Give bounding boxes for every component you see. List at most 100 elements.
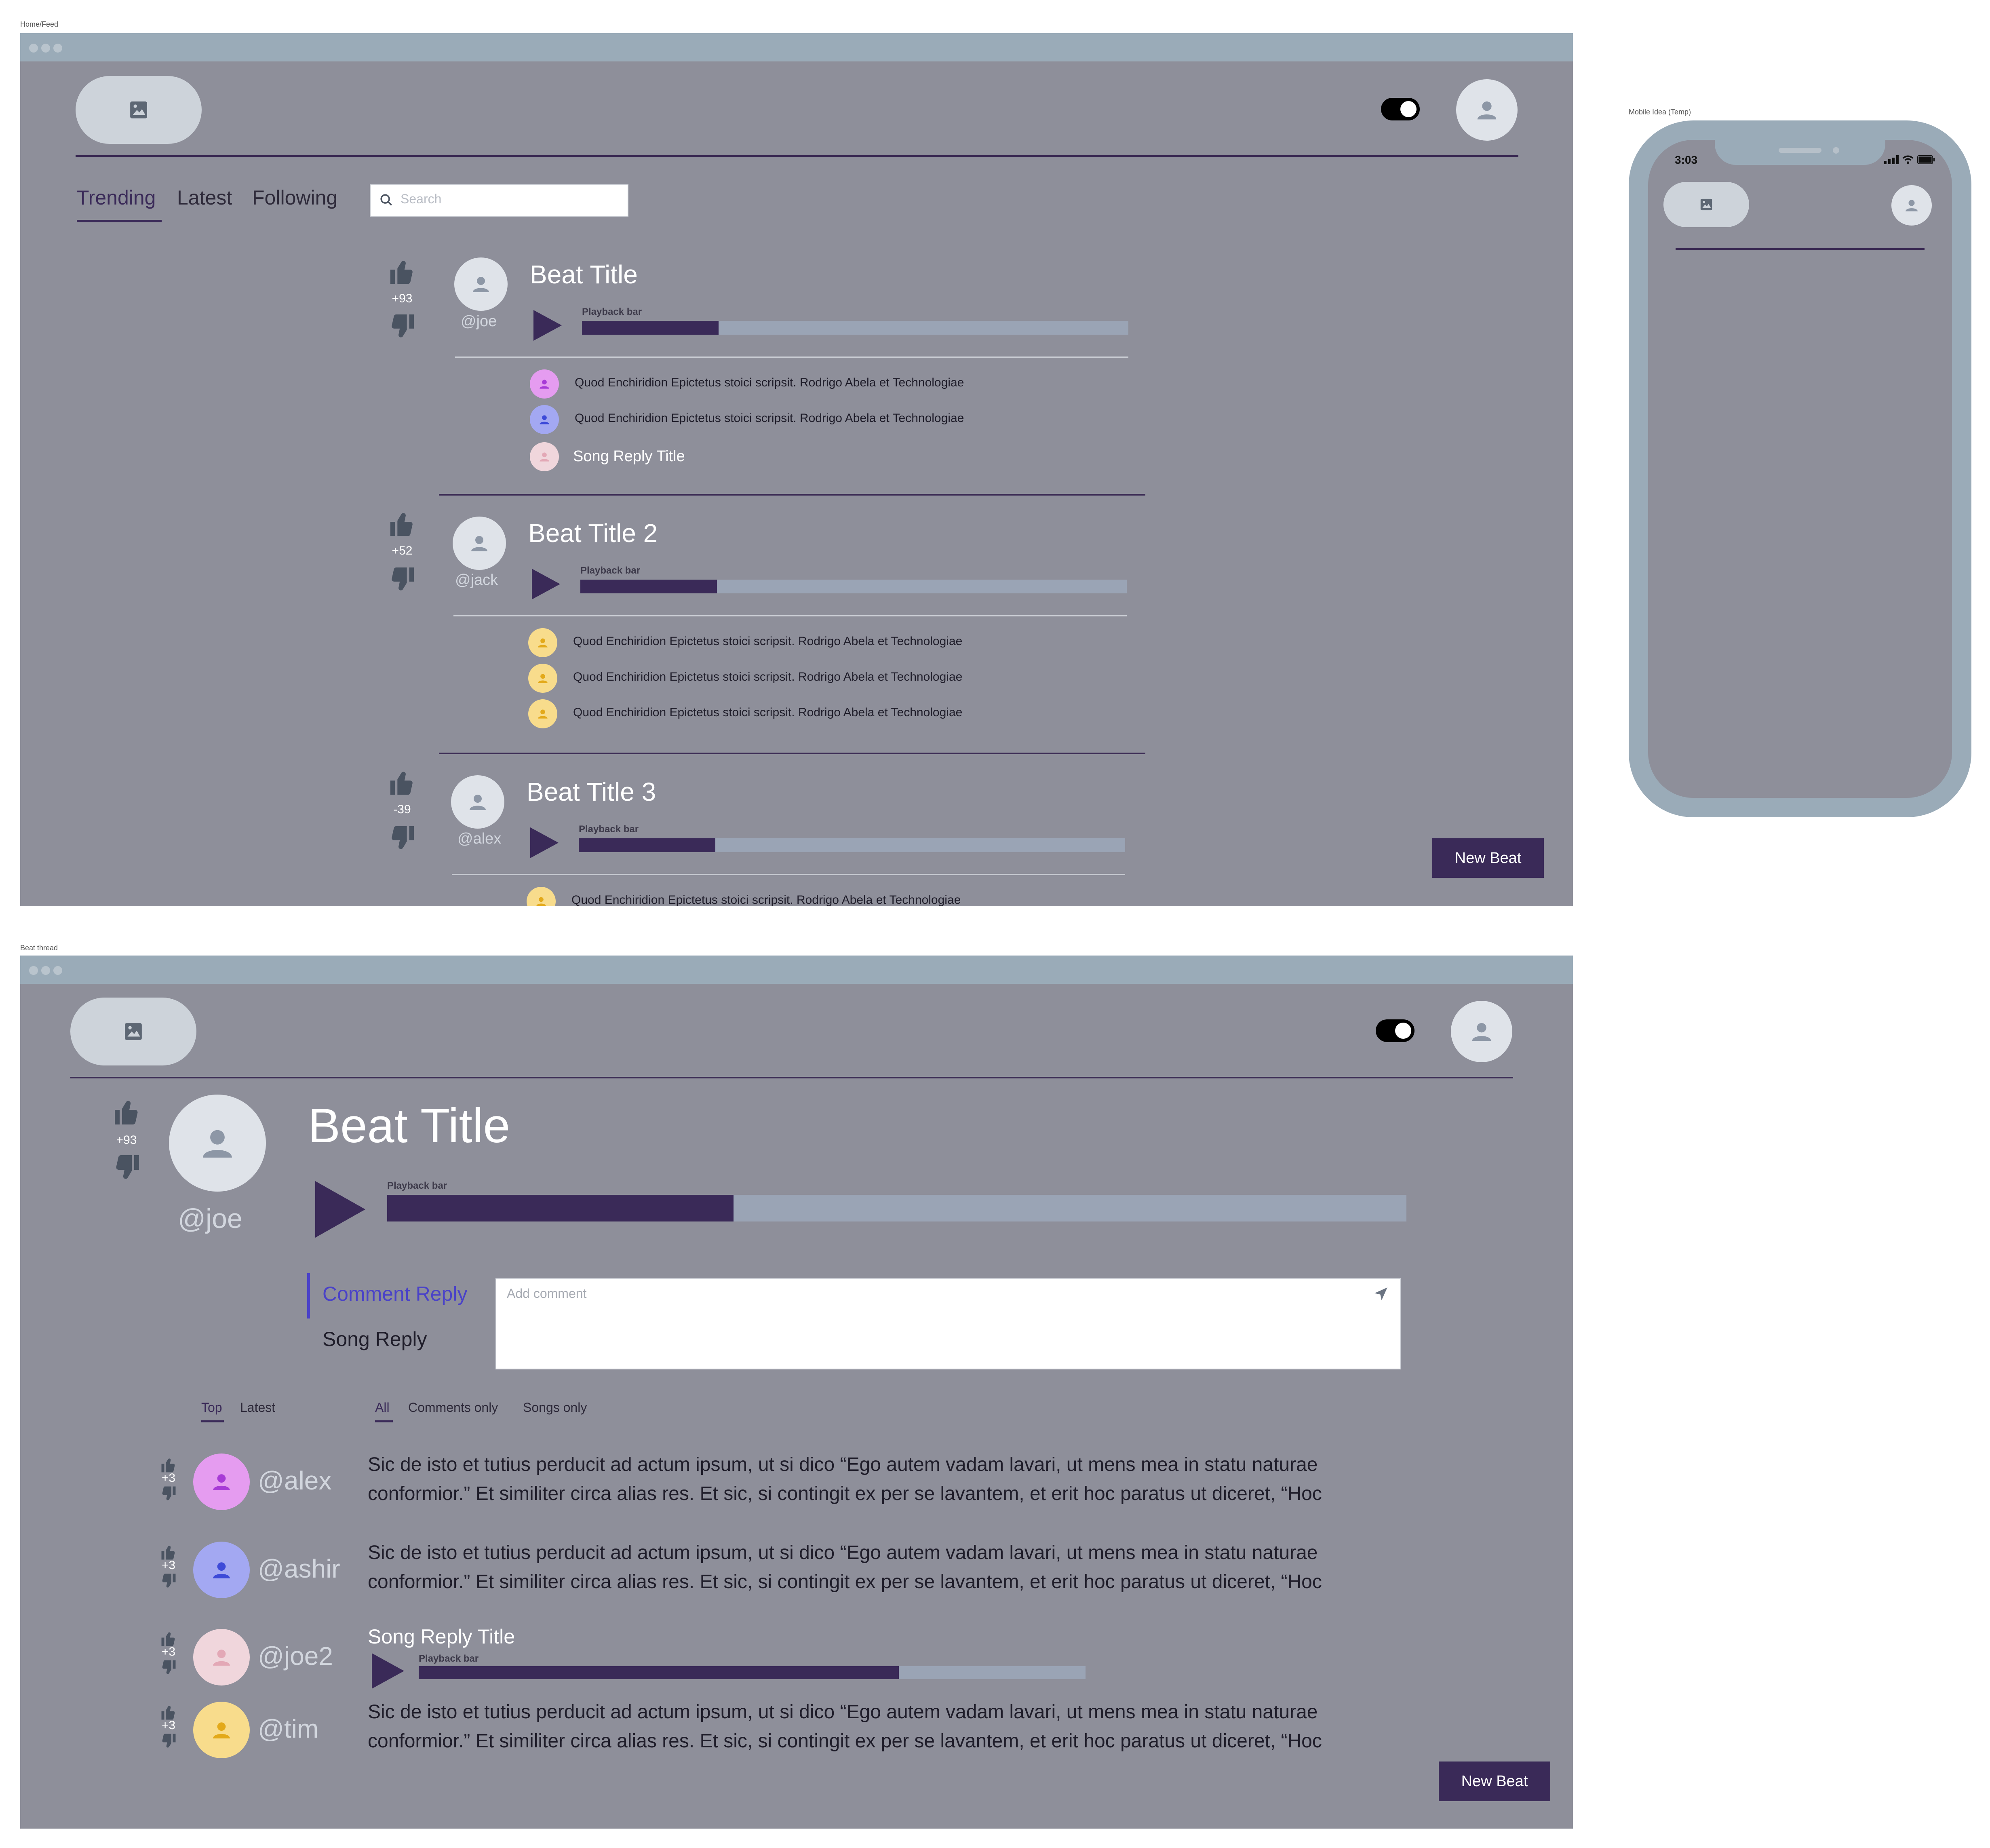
filter-tab-songs-only[interactable]: Songs only	[523, 1400, 587, 1415]
play-icon[interactable]	[315, 1181, 365, 1238]
reply-comment[interactable]: Quod Enchiridion Epictetus stoici scrips…	[575, 376, 964, 390]
reply-avatar[interactable]	[528, 699, 557, 728]
window-dot[interactable]	[29, 966, 38, 975]
theme-toggle[interactable]	[1376, 1019, 1415, 1042]
reply-comment[interactable]: Quod Enchiridion Epictetus stoici scrips…	[573, 706, 962, 719]
profile-avatar[interactable]	[1451, 1001, 1512, 1062]
play-icon[interactable]	[530, 827, 559, 858]
new-beat-button[interactable]: New Beat	[1432, 838, 1544, 878]
thumbs-up-icon[interactable]	[112, 1098, 141, 1127]
comment-input[interactable]: Add comment	[495, 1278, 1401, 1369]
header-divider	[70, 1077, 1513, 1078]
thumbs-up-icon[interactable]	[388, 510, 416, 538]
filter-tab-comments-only[interactable]: Comments only	[408, 1400, 498, 1415]
thumbs-down-icon[interactable]	[112, 1153, 141, 1182]
play-icon[interactable]	[532, 569, 560, 599]
user-icon	[213, 1474, 230, 1490]
window-dot[interactable]	[41, 966, 50, 975]
author-avatar[interactable]	[451, 775, 504, 829]
tab-trending[interactable]: Trending	[77, 186, 156, 209]
thumbs-down-icon[interactable]	[388, 565, 416, 593]
new-beat-button[interactable]: New Beat	[1439, 1762, 1550, 1801]
tab-following[interactable]: Following	[252, 186, 337, 209]
logo-button[interactable]	[1663, 182, 1749, 227]
beat-title[interactable]: Beat Title 3	[527, 777, 656, 807]
commenter-handle[interactable]: @ashir	[258, 1554, 340, 1584]
play-icon[interactable]	[533, 310, 562, 341]
thumbs-down-icon[interactable]	[160, 1485, 177, 1502]
author-avatar[interactable]	[454, 257, 508, 311]
reply-avatar[interactable]	[528, 664, 557, 693]
reply-avatar[interactable]	[527, 887, 556, 906]
commenter-handle[interactable]: @alex	[258, 1466, 331, 1496]
window-dot[interactable]	[29, 44, 38, 53]
status-time: 3:03	[1675, 154, 1698, 166]
beat-title[interactable]: Beat Title	[530, 259, 638, 289]
thumbs-up-icon[interactable]	[388, 258, 416, 286]
playback-bar[interactable]	[419, 1666, 1086, 1679]
thumbs-down-icon[interactable]	[160, 1732, 177, 1749]
commenter-handle[interactable]: @joe2	[258, 1641, 333, 1671]
playback-bar[interactable]	[387, 1195, 1406, 1221]
author-handle[interactable]: @joe	[178, 1203, 242, 1234]
reply-avatar[interactable]	[528, 628, 557, 657]
commenter-avatar[interactable]	[193, 1542, 250, 1598]
user-icon	[203, 1130, 232, 1158]
thread-window: +93 @joe Beat Title Playback bar Comment…	[20, 956, 1573, 1829]
send-icon[interactable]	[1373, 1286, 1389, 1302]
beat-title[interactable]: Beat Title 2	[528, 518, 658, 548]
thumbs-down-icon[interactable]	[160, 1572, 177, 1589]
playback-bar[interactable]	[582, 321, 1128, 335]
image-icon	[125, 1023, 142, 1040]
window-dot[interactable]	[53, 44, 62, 53]
reply-avatar[interactable]	[530, 405, 559, 434]
reply-comment[interactable]: Quod Enchiridion Epictetus stoici scrips…	[575, 411, 964, 425]
tab-comment-reply[interactable]: Comment Reply	[323, 1282, 467, 1306]
sort-tab-latest[interactable]: Latest	[240, 1400, 275, 1415]
profile-avatar[interactable]	[1456, 79, 1518, 141]
playback-bar[interactable]	[579, 838, 1125, 852]
author-handle[interactable]: @alex	[457, 830, 501, 848]
user-icon	[538, 638, 548, 648]
user-icon	[471, 536, 487, 551]
user-icon	[540, 452, 549, 462]
search-icon	[380, 194, 392, 206]
song-reply-title[interactable]: Song Reply Title	[573, 448, 685, 465]
author-handle[interactable]: @joe	[461, 313, 497, 330]
search-input[interactable]: Search	[370, 184, 628, 217]
reply-comment[interactable]: Quod Enchiridion Epictetus stoici scrips…	[573, 635, 962, 648]
reply-comment[interactable]: Quod Enchiridion Epictetus stoici scrips…	[573, 670, 962, 684]
logo-button[interactable]	[76, 76, 202, 144]
window-title-bar	[20, 956, 1573, 984]
thumbs-down-icon[interactable]	[388, 312, 416, 340]
window-dot[interactable]	[41, 44, 50, 53]
reply-comment[interactable]: Quod Enchiridion Epictetus stoici scrips…	[571, 893, 961, 906]
comment-line: conformior.” Et similiter circa alias re…	[368, 1571, 1322, 1593]
logo-button[interactable]	[70, 998, 196, 1065]
playback-bar[interactable]	[580, 580, 1127, 593]
author-avatar[interactable]	[453, 517, 506, 570]
window-dot[interactable]	[53, 966, 62, 975]
commenter-handle[interactable]: @tim	[258, 1714, 318, 1744]
song-reply-title[interactable]: Song Reply Title	[368, 1625, 515, 1648]
tab-song-reply[interactable]: Song Reply	[323, 1327, 427, 1351]
tab-latest[interactable]: Latest	[177, 186, 232, 209]
search-placeholder: Search	[401, 192, 442, 206]
reply-avatar[interactable]	[530, 369, 559, 399]
thumbs-down-icon[interactable]	[388, 824, 416, 852]
sort-tab-top[interactable]: Top	[201, 1400, 222, 1415]
frame-label-thread: Beat thread	[20, 944, 58, 952]
playback-label: Playback bar	[579, 824, 639, 835]
theme-toggle[interactable]	[1381, 98, 1420, 120]
profile-avatar[interactable]	[1891, 185, 1932, 226]
author-handle[interactable]: @jack	[455, 572, 498, 589]
commenter-avatar[interactable]	[193, 1702, 250, 1758]
thumbs-down-icon[interactable]	[160, 1659, 177, 1676]
play-icon[interactable]	[372, 1653, 404, 1689]
thumbs-up-icon[interactable]	[388, 769, 416, 797]
commenter-avatar[interactable]	[193, 1454, 250, 1510]
commenter-avatar[interactable]	[193, 1629, 250, 1686]
filter-tab-all[interactable]: All	[375, 1400, 390, 1415]
reply-avatar[interactable]	[530, 442, 559, 471]
author-avatar[interactable]	[169, 1095, 266, 1192]
